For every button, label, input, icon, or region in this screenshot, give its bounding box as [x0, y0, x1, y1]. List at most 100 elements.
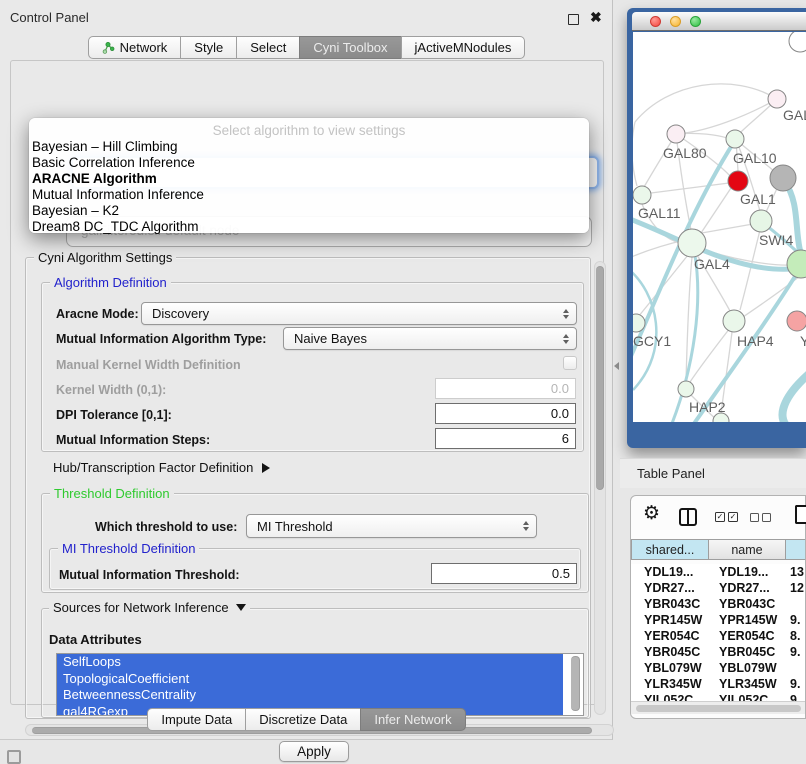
- which-threshold-combobox[interactable]: MI Threshold: [246, 514, 537, 538]
- network-node-hap2[interactable]: [678, 381, 694, 397]
- table-cell: YBR043C: [631, 597, 709, 611]
- network-node[interactable]: [787, 250, 806, 278]
- network-node-hap4[interactable]: [723, 310, 745, 332]
- sources-legend-label: Sources for Network Inference: [53, 600, 229, 615]
- close-traffic-light[interactable]: [650, 16, 661, 27]
- network-node-y[interactable]: [787, 311, 806, 331]
- attribute-item-topologicalcoefficient[interactable]: TopologicalCoefficient: [57, 671, 563, 688]
- deselect-all-checkboxes-icon[interactable]: [750, 513, 771, 522]
- tab-style[interactable]: Style: [180, 36, 237, 59]
- control-panel-title: Control Panel: [10, 10, 89, 25]
- network-node-gal4[interactable]: [678, 229, 706, 257]
- network-node-gal1[interactable]: [728, 171, 748, 191]
- aracne-mode-combobox[interactable]: Discovery: [141, 302, 577, 325]
- algorithm-option-aracne-algorithm[interactable]: ARACNE Algorithm: [29, 171, 589, 187]
- table-row[interactable]: YDL19...YDL19...13: [631, 564, 805, 580]
- mi-steps-input[interactable]: 6: [435, 428, 576, 449]
- network-node-gal10[interactable]: [726, 130, 744, 148]
- select-all-checkboxes-icon[interactable]: ✓✓: [715, 512, 738, 522]
- table-cell: YBR045C: [631, 645, 709, 659]
- columns-icon[interactable]: [679, 508, 697, 526]
- apply-button[interactable]: Apply: [279, 741, 349, 762]
- tab-impute-data[interactable]: Impute Data: [147, 708, 246, 731]
- mi-threshold-input[interactable]: 0.5: [431, 563, 577, 584]
- mi-algorithm-type-value: Naive Bayes: [294, 331, 367, 346]
- sources-legend[interactable]: Sources for Network Inference: [49, 600, 250, 615]
- float-window-icon[interactable]: [568, 14, 579, 25]
- column-header-shared-name[interactable]: shared...: [631, 539, 709, 560]
- algorithm-option-basic-correlation-inference[interactable]: Basic Correlation Inference: [29, 155, 589, 171]
- table-cell: YDR27...: [709, 581, 786, 595]
- column-header-clipped[interactable]: [786, 539, 805, 560]
- network-window-titlebar[interactable]: [632, 12, 806, 31]
- table-row[interactable]: YER054CYER054C8.: [631, 628, 805, 644]
- kernel-width-input[interactable]: 0.0: [435, 378, 576, 399]
- export-table-icon[interactable]: [795, 505, 806, 524]
- attribute-item-selfloops[interactable]: SelfLoops: [57, 654, 563, 671]
- minimize-traffic-light[interactable]: [670, 16, 681, 27]
- network-canvas[interactable]: GALGAL80GAL10GAL1GAL11SWI4GAL4GCY1HAP4YH…: [633, 32, 806, 422]
- algorithm-option-bayesian-hill-climbing[interactable]: Bayesian – Hill Climbing: [29, 139, 589, 155]
- manual-kernel-width-checkbox[interactable]: [563, 356, 577, 370]
- dpi-tolerance-input[interactable]: 0.0: [435, 403, 576, 424]
- tab-label: Network: [120, 40, 168, 55]
- scrollbar-thumb[interactable]: [596, 266, 604, 490]
- attribute-item-betweennesscentrality[interactable]: BetweennessCentrality: [57, 687, 563, 704]
- network-node[interactable]: [770, 165, 796, 191]
- table-cell: YBL079W: [631, 661, 709, 675]
- gear-icon[interactable]: ⚙: [643, 502, 660, 524]
- list-vertical-scrollbar[interactable]: [570, 656, 580, 713]
- network-node-gal11[interactable]: [633, 186, 651, 204]
- settings-vertical-scrollbar[interactable]: [594, 261, 606, 715]
- cyni-algorithm-settings-legend: Cyni Algorithm Settings: [34, 250, 176, 265]
- tab-select[interactable]: Select: [236, 36, 300, 59]
- network-node-gal[interactable]: [768, 90, 786, 108]
- network-node-swi4[interactable]: [750, 210, 772, 232]
- which-threshold-label: Which threshold to use:: [95, 520, 237, 534]
- scrollbar-thumb[interactable]: [571, 656, 580, 711]
- algorithm-dropdown-placeholder: Select algorithm to view settings: [29, 123, 589, 139]
- network-view-window: GALGAL80GAL10GAL1GAL11SWI4GAL4GCY1HAP4YH…: [627, 8, 806, 448]
- scrollbar-thumb[interactable]: [636, 705, 801, 712]
- close-icon[interactable]: ✖: [590, 9, 602, 26]
- tab-label: Infer Network: [374, 712, 451, 727]
- manual-kernel-width-label: Manual Kernel Width Definition: [56, 358, 241, 372]
- table-row[interactable]: YBR043CYBR043C: [631, 596, 805, 612]
- table-cell: 9.: [786, 677, 805, 691]
- tab-label: Style: [194, 40, 223, 55]
- table-row[interactable]: YBL079WYBL079W: [631, 660, 805, 676]
- tab-jactivemnodules[interactable]: jActiveMNodules: [401, 36, 526, 59]
- network-edge: [685, 99, 777, 133]
- tab-cyni-toolbox[interactable]: Cyni Toolbox: [299, 36, 401, 59]
- table-row[interactable]: YDR27...YDR27...12: [631, 580, 805, 596]
- table-cell: 13: [786, 565, 805, 579]
- zoom-traffic-light[interactable]: [690, 16, 701, 27]
- table-panel-window: ⚙ ✓✓ shared... name YDL19...YDL19...13YD…: [630, 495, 806, 719]
- network-node-gal80[interactable]: [667, 125, 685, 143]
- table-row[interactable]: YIL052CYIL052C9.: [631, 692, 805, 701]
- mi-algorithm-type-combobox[interactable]: Naive Bayes: [283, 327, 577, 350]
- node-label: GAL1: [740, 191, 776, 207]
- network-edge: [696, 224, 753, 234]
- tab-infer-network[interactable]: Infer Network: [360, 708, 465, 731]
- network-edge: [633, 122, 637, 186]
- table-row[interactable]: YPR145WYPR145W9.: [631, 612, 805, 628]
- tab-discretize-data[interactable]: Discretize Data: [245, 708, 361, 731]
- table-cell: YPR145W: [631, 613, 709, 627]
- control-panel-window: Control Panel ✖ Network Style SelectCyni T…: [0, 0, 613, 740]
- hub-definition-expander[interactable]: Hub/Transcription Factor Definition: [53, 460, 270, 475]
- table-row[interactable]: YBR045CYBR045C9.: [631, 644, 805, 660]
- algorithm-option-bayesian-k2[interactable]: Bayesian – K2: [29, 203, 589, 219]
- column-header-name[interactable]: name: [709, 539, 786, 560]
- node-label: GAL10: [733, 150, 777, 166]
- tab-network[interactable]: Network: [88, 36, 182, 59]
- table-cell: 9.: [786, 645, 805, 659]
- algorithm-option-dream8-dc-tdc-algorithm[interactable]: Dream8 DC_TDC Algorithm: [29, 219, 589, 235]
- network-node[interactable]: [789, 32, 806, 52]
- algorithm-option-mutual-information-inference[interactable]: Mutual Information Inference: [29, 187, 589, 203]
- mi-algorithm-type-label: Mutual Information Algorithm Type:: [56, 332, 266, 346]
- data-attributes-list[interactable]: SelfLoopsTopologicalCoefficientBetweenne…: [56, 653, 584, 716]
- panel-splitter-collapse-arrow[interactable]: [614, 362, 619, 370]
- table-horizontal-scrollbar[interactable]: [631, 701, 805, 714]
- table-row[interactable]: YLR345WYLR345W9.: [631, 676, 805, 692]
